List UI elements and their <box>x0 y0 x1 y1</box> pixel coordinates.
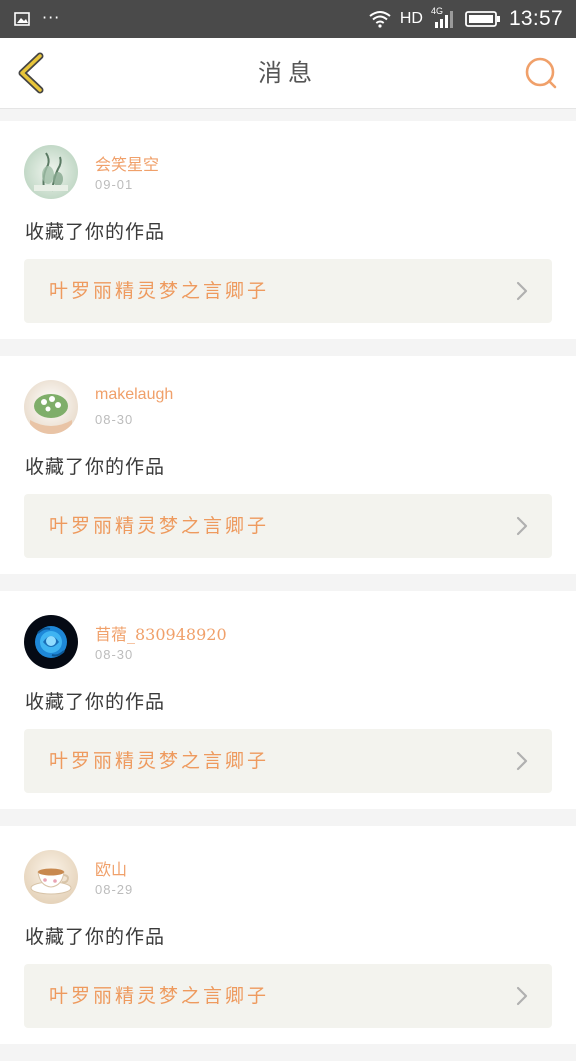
work-title: 叶罗丽精灵梦之言卿子 <box>49 280 270 302</box>
action-text: 收藏了你的作品 <box>25 221 166 243</box>
wifi-icon <box>369 11 391 28</box>
work-title: 叶罗丽精灵梦之言卿子 <box>49 515 270 537</box>
username[interactable]: 会笑星空 <box>95 151 159 175</box>
status-bar: ··· HD 4G 13:57 <box>0 0 576 38</box>
clock: 13:57 <box>508 7 563 30</box>
username[interactable]: 欧山 <box>95 856 127 880</box>
work-title: 叶罗丽精灵梦之言卿子 <box>49 985 270 1007</box>
plant-sketch-avatar-icon <box>24 145 78 199</box>
action-text: 收藏了你的作品 <box>25 926 166 948</box>
work-title: 叶罗丽精灵梦之言卿子 <box>49 750 270 772</box>
notification-card: makelaugh 08-30 收藏了你的作品 叶罗丽精灵梦之言卿子 <box>0 356 576 574</box>
avatar[interactable] <box>24 380 78 434</box>
network-label: HD <box>399 10 423 27</box>
work-link[interactable]: 叶罗丽精灵梦之言卿子 <box>24 729 552 793</box>
work-link[interactable]: 叶罗丽精灵梦之言卿子 <box>24 259 552 323</box>
timestamp: 08-29 <box>95 882 134 897</box>
image-notification-icon <box>14 12 30 26</box>
chevron-right-icon <box>516 751 528 771</box>
search-icon <box>525 57 557 89</box>
notification-card: 欧山 08-29 收藏了你的作品 叶罗丽精灵梦之言卿子 <box>0 826 576 1044</box>
battery-icon <box>465 11 500 27</box>
avatar[interactable] <box>24 615 78 669</box>
blue-rose-avatar-icon <box>24 615 78 669</box>
work-link[interactable]: 叶罗丽精灵梦之言卿子 <box>24 964 552 1028</box>
chevron-right-icon <box>516 516 528 536</box>
notification-list: 会笑星空 09-01 收藏了你的作品 叶罗丽精灵梦之言卿子 makelaugh … <box>0 121 576 1061</box>
chevron-right-icon <box>516 281 528 301</box>
teacup-avatar-icon <box>24 850 78 904</box>
username[interactable]: 苜蓿_830948920 <box>95 621 227 645</box>
chevron-left-icon <box>18 52 44 94</box>
timestamp: 09-01 <box>95 177 134 192</box>
back-button[interactable] <box>14 52 50 94</box>
timestamp: 08-30 <box>95 412 134 427</box>
timestamp: 08-30 <box>95 647 134 662</box>
signal-icon <box>434 11 453 28</box>
signal-strength: 4G <box>431 6 457 29</box>
avatar[interactable] <box>24 145 78 199</box>
notification-overflow: ··· <box>42 7 61 27</box>
page-title: 消息 <box>258 59 318 87</box>
status-right: HD 4G 13:57 <box>368 0 563 38</box>
hands-plant-avatar-icon <box>24 380 78 434</box>
notification-card: 会笑星空 09-01 收藏了你的作品 叶罗丽精灵梦之言卿子 <box>0 121 576 339</box>
nav-bar: 消息 <box>0 38 576 109</box>
search-button[interactable] <box>522 54 560 92</box>
avatar[interactable] <box>24 850 78 904</box>
chevron-right-icon <box>516 986 528 1006</box>
action-text: 收藏了你的作品 <box>25 691 166 713</box>
status-left: ··· <box>14 0 60 38</box>
notification-card: 苜蓿_830948920 08-30 收藏了你的作品 叶罗丽精灵梦之言卿子 <box>0 591 576 809</box>
work-link[interactable]: 叶罗丽精灵梦之言卿子 <box>24 494 552 558</box>
username[interactable]: makelaugh <box>95 386 173 404</box>
action-text: 收藏了你的作品 <box>25 456 166 478</box>
